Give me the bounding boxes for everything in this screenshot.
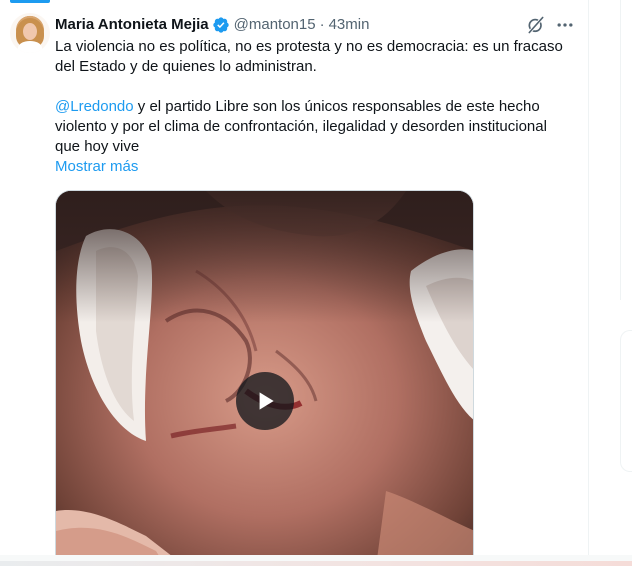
- avatar[interactable]: [10, 13, 50, 53]
- avatar-body: [18, 41, 42, 53]
- avatar-face: [23, 23, 37, 40]
- right-column-edge: [620, 0, 632, 300]
- tweet-header: Maria Antonieta Mejia @manton15 · 43min: [55, 14, 369, 36]
- tweet-line: del Estado y de quienes lo administran.: [55, 58, 317, 75]
- more-options-icon[interactable]: [555, 15, 575, 35]
- verified-badge-icon: [212, 16, 230, 34]
- video-thumbnail[interactable]: [55, 190, 474, 566]
- right-column-card-edge: [620, 330, 632, 472]
- tweet-text: La violencia no es política, no es prote…: [55, 37, 580, 157]
- column-divider: [588, 0, 589, 566]
- tweet-paragraph-1: La violencia no es política, no es prote…: [55, 37, 580, 77]
- top-strip: [0, 0, 632, 3]
- play-button[interactable]: [236, 372, 294, 430]
- tweet-line: que hoy vive: [55, 138, 140, 155]
- tweet-line: La violencia no es política, no es prote…: [55, 38, 563, 55]
- bottom-strip: [0, 555, 632, 566]
- tweet-line: violento y por el clima de confrontación…: [55, 118, 547, 135]
- bottom-bar: [0, 561, 632, 566]
- author-handle[interactable]: @manton15: [234, 15, 316, 35]
- show-more-link[interactable]: Mostrar más: [55, 157, 138, 177]
- top-tab-indicator: [10, 0, 50, 3]
- tweet-paragraph-2: @Lredondo y el partido Libre son los úni…: [55, 97, 580, 157]
- separator-dot: ·: [319, 16, 325, 33]
- author-name[interactable]: Maria Antonieta Mejia: [55, 15, 209, 35]
- play-icon: [259, 392, 274, 410]
- timestamp[interactable]: 43min: [329, 15, 370, 35]
- mention-link[interactable]: @Lredondo: [55, 98, 134, 115]
- tweet-line: @Lredondo y el partido Libre son los úni…: [55, 97, 580, 117]
- tweet-line-rest: y el partido Libre son los únicos respon…: [133, 98, 540, 115]
- grok-icon[interactable]: [526, 15, 546, 35]
